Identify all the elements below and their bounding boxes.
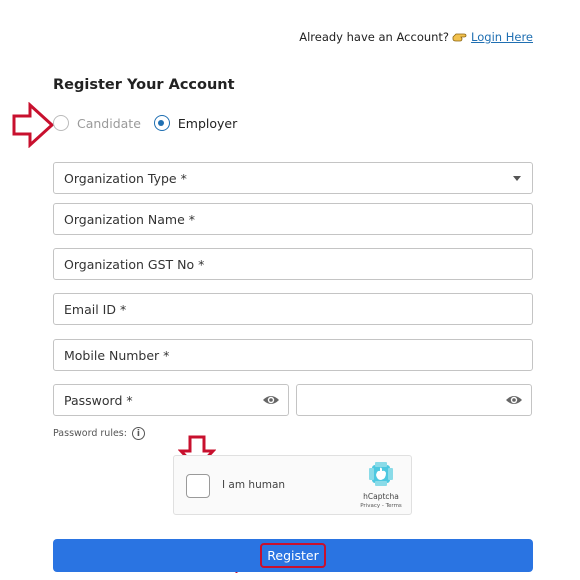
radio-candidate[interactable]: Candidate	[53, 115, 141, 131]
annotation-arrow-right-icon	[12, 102, 54, 148]
password-rules: Password rules: i	[53, 427, 145, 440]
hcaptcha-logo: hCaptcha Privacy - Terms	[359, 461, 403, 509]
info-icon[interactable]: i	[131, 427, 145, 440]
organization-gst-input[interactable]: Organization GST No *	[53, 248, 533, 280]
eye-icon[interactable]	[262, 393, 280, 407]
mobile-number-input[interactable]: Mobile Number *	[53, 339, 533, 371]
password-input[interactable]: Password *	[53, 384, 289, 416]
organization-gst-label: Organization GST No *	[64, 256, 205, 272]
captcha-checkbox[interactable]	[186, 474, 210, 498]
login-here-link[interactable]: Login Here	[471, 30, 533, 44]
hand-pointing-icon	[452, 31, 468, 43]
chevron-down-icon	[513, 176, 521, 181]
hcaptcha-widget: I am human hCaptcha Privacy - Terms	[173, 455, 412, 515]
organization-type-label: Organization Type *	[64, 170, 187, 186]
radio-employer[interactable]: Employer	[153, 115, 238, 131]
password-label: Password *	[64, 392, 133, 408]
hcaptcha-logo-icon	[369, 462, 393, 486]
account-type-radio-group: Candidate Employer	[53, 115, 237, 131]
eye-icon[interactable]	[505, 393, 523, 407]
register-button[interactable]: Register	[53, 539, 533, 572]
organization-name-label: Organization Name *	[64, 211, 195, 227]
organization-name-input[interactable]: Organization Name *	[53, 203, 533, 235]
radio-employer-circle[interactable]	[153, 115, 170, 131]
password-rules-label: Password rules:	[53, 428, 127, 439]
radio-candidate-circle[interactable]	[53, 115, 69, 131]
hcaptcha-brand: hCaptcha	[363, 492, 399, 501]
login-prompt-text: Already have an Account?	[299, 30, 450, 44]
radio-employer-label: Employer	[177, 115, 238, 131]
radio-candidate-label: Candidate	[77, 115, 141, 131]
mobile-number-label: Mobile Number *	[64, 347, 170, 363]
confirm-password-input[interactable]	[296, 384, 532, 416]
email-label: Email ID *	[64, 301, 127, 317]
register-button-label: Register	[260, 543, 326, 568]
hcaptcha-privacy-terms[interactable]: Privacy - Terms	[359, 503, 403, 509]
login-prompt-line: Already have an Account? Login Here	[299, 30, 533, 44]
captcha-label: I am human	[222, 479, 286, 491]
page-title: Register Your Account	[53, 77, 235, 93]
email-input[interactable]: Email ID *	[53, 293, 533, 325]
organization-type-select[interactable]: Organization Type *	[53, 162, 533, 194]
